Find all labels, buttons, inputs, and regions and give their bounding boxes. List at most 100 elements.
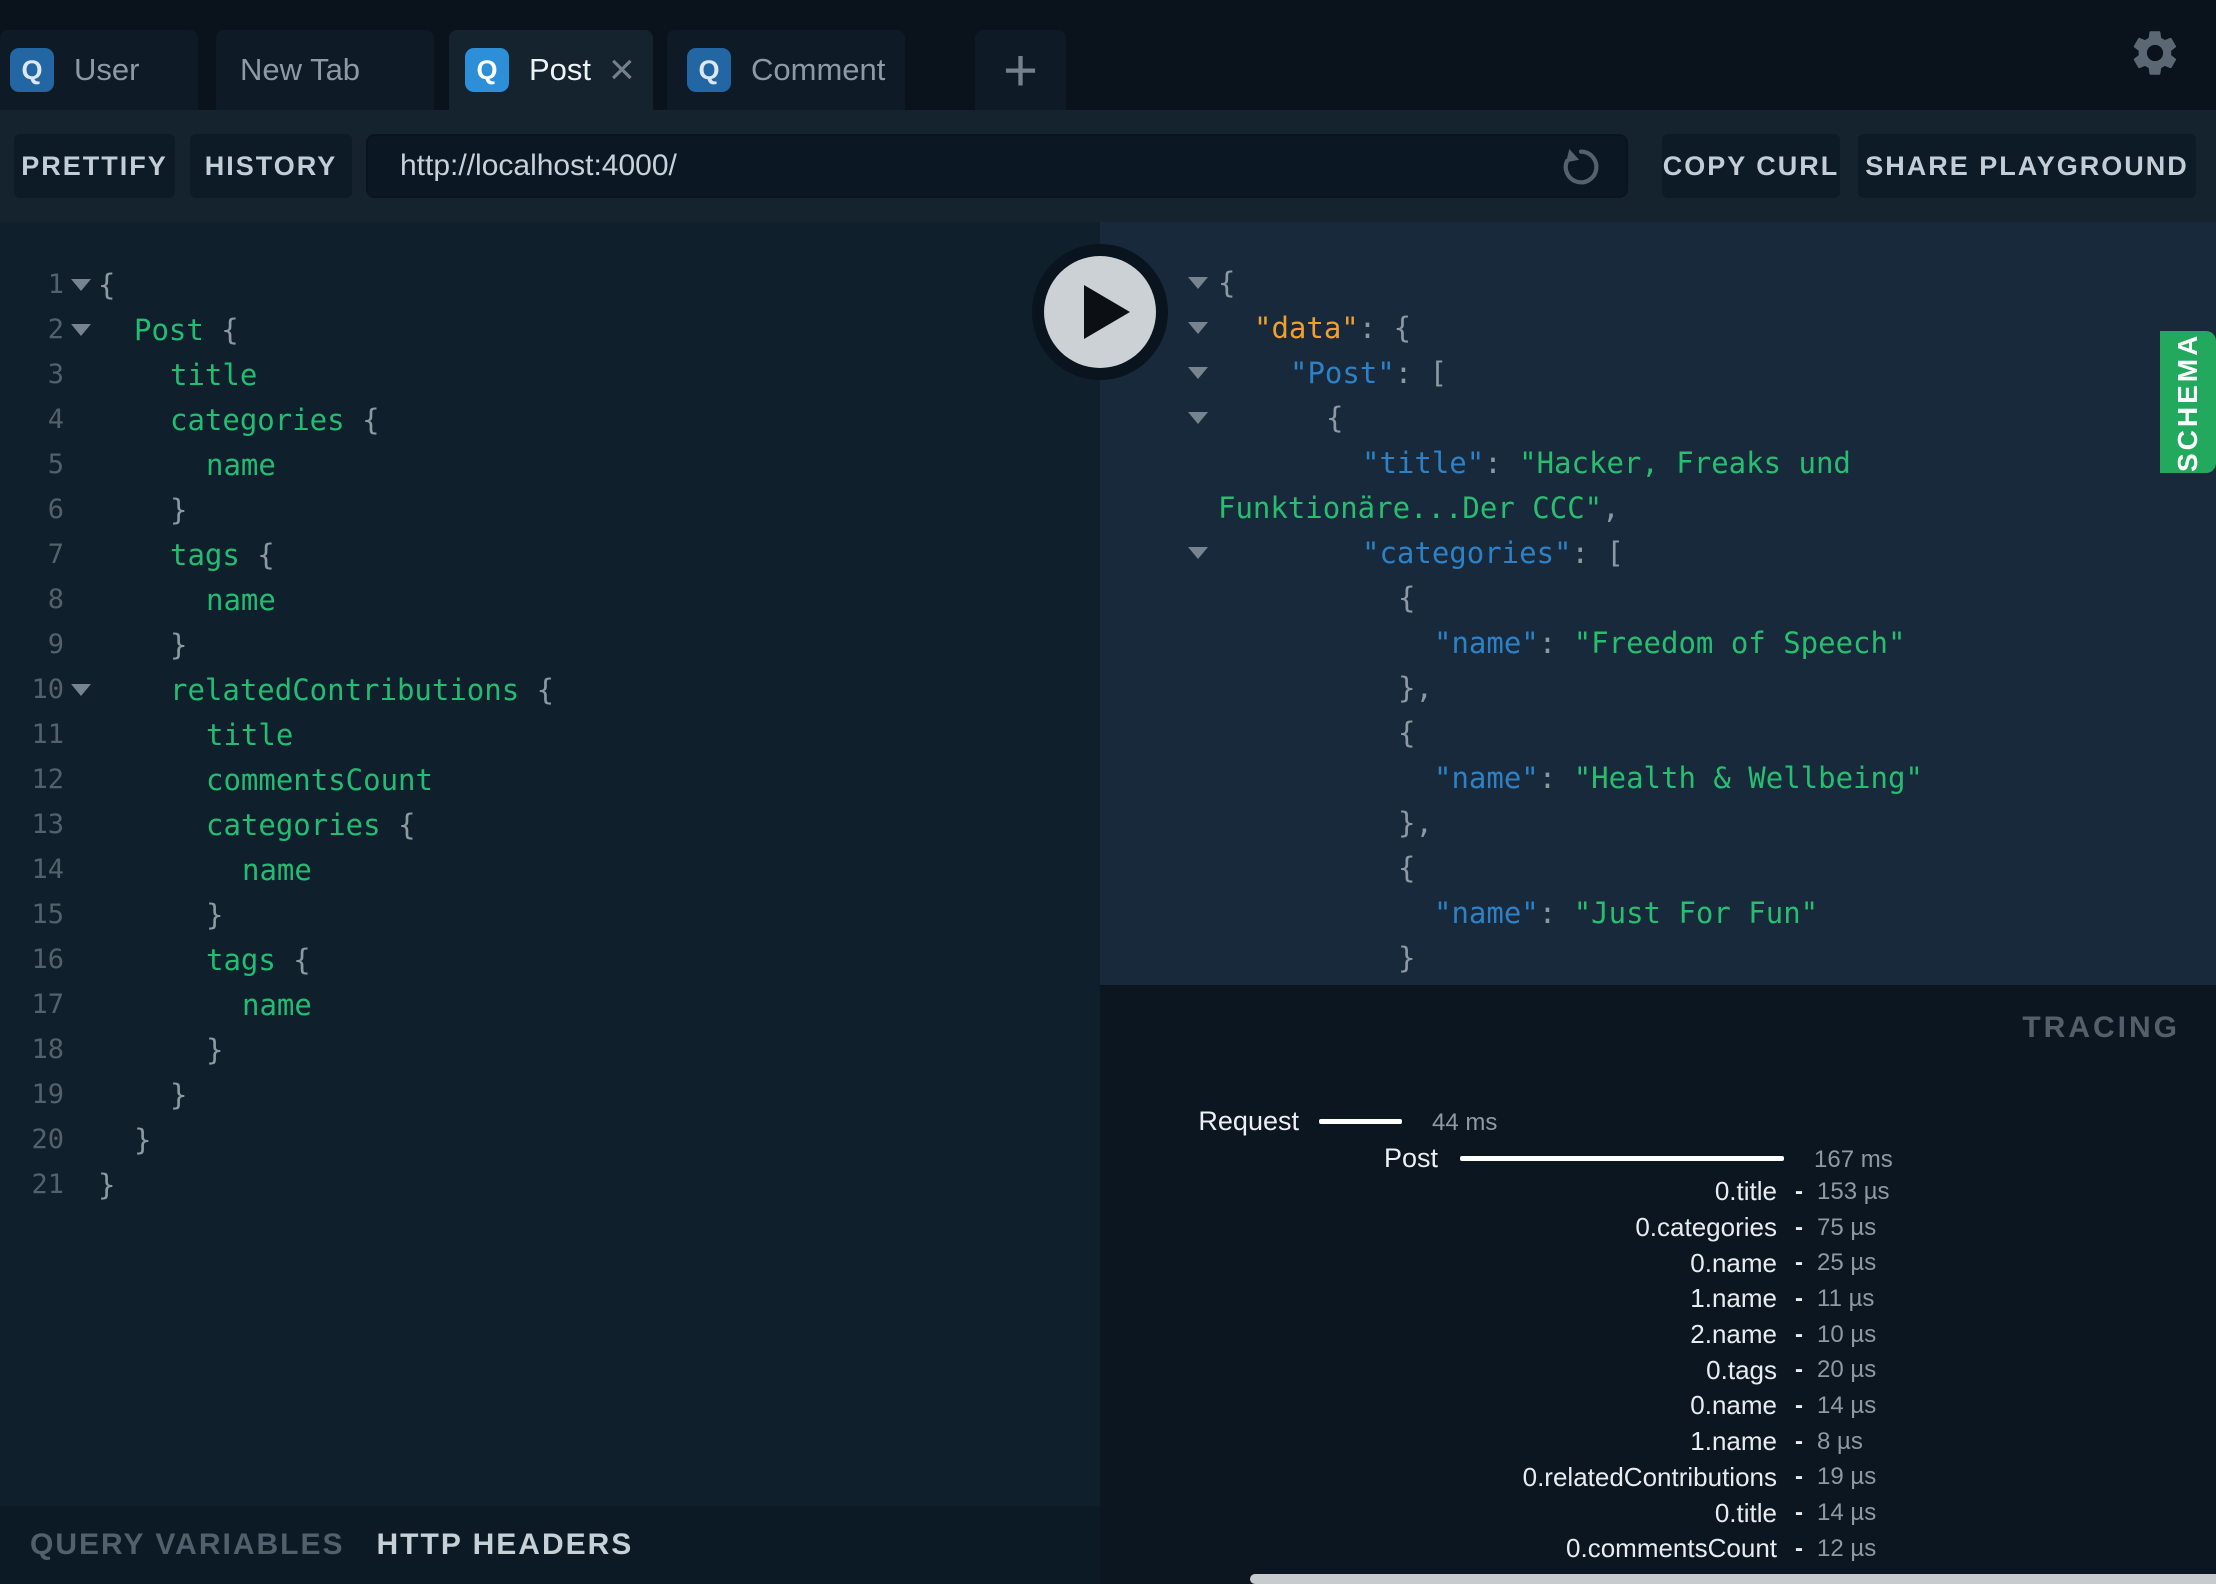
trace-field-row: 0.relatedContributions -19 µs [1100,1460,2216,1496]
code-token: Post [134,312,204,347]
response-row: "name": "Freedom of Speech" [1100,620,2216,665]
editor-code-text[interactable]: name [98,448,1100,482]
editor-code-text[interactable]: } [98,1123,1100,1157]
editor-code-text[interactable]: name [98,853,1100,887]
editor-code-text[interactable]: title [98,358,1100,392]
endpoint-url-input[interactable] [368,136,1626,196]
editor-line: 6} [0,487,1100,532]
code-token: { [1398,715,1416,750]
tab-new-tab[interactable]: New Tab [216,30,434,110]
response-row: } [1100,935,2216,980]
code-token: "Post" [1290,355,1395,390]
code-token: "title" [1362,445,1485,480]
trace-field-value: 75 µs [1817,1213,1877,1241]
trace-field-label: 0.tags [1706,1354,1777,1385]
code-token: } [98,1167,116,1202]
settings-gear-icon[interactable] [2128,26,2182,80]
fold-arrow-icon[interactable] [71,323,91,336]
fold-arrow-icon[interactable] [1188,366,1208,379]
editor-code-text[interactable]: } [98,628,1100,662]
code-token: name [206,582,276,617]
editor-code-text[interactable]: tags { [98,943,1100,977]
execute-query-button[interactable] [1032,244,1168,380]
editor-code-text[interactable]: } [98,1078,1100,1112]
response-row: { [1100,575,2216,620]
code-token: } [206,897,224,932]
tab-comment[interactable]: Q Comment [667,30,905,110]
new-tab-button[interactable]: + [975,30,1066,110]
code-token: { [519,672,555,707]
trace-field-row: 1.name -8 µs [1100,1424,2216,1460]
fold-arrow-icon[interactable] [1188,321,1208,334]
schema-tab[interactable]: SCHEMA [2160,331,2216,473]
response-row: "categories": [ [1100,530,2216,575]
tab-strip: Q User New Tab Q Post × Q Comment [0,0,905,110]
fold-arrow-icon[interactable] [1188,546,1208,559]
editor-code-text[interactable]: { [98,268,1100,302]
code-token: : [1538,760,1574,795]
code-token: : [1538,895,1574,930]
editor-code-text[interactable]: relatedContributions { [98,673,1100,707]
query-badge: Q [10,48,54,92]
fold-arrow-icon[interactable] [1188,411,1208,424]
prettify-button[interactable]: PRETTIFY [14,134,175,198]
editor-code-text[interactable]: title [98,718,1100,752]
editor-code-text[interactable]: } [98,493,1100,527]
fold-arrow-icon[interactable] [1188,276,1208,289]
fold-arrow-icon[interactable] [71,683,91,696]
editor-code-text[interactable]: name [98,988,1100,1022]
query-variables-tab[interactable]: QUERY VARIABLES [30,1528,345,1562]
horizontal-scrollbar[interactable] [1250,1574,2216,1584]
play-icon [1084,285,1130,339]
play-circle [1044,256,1156,368]
line-number: 8 [47,584,64,615]
fold-arrow-icon[interactable] [71,278,91,291]
trace-field-label: 0.title [1714,1176,1777,1207]
editor-code-text[interactable]: } [98,898,1100,932]
response-code-text: "name": "Health & Wellbeing" [1218,761,2216,795]
trace-field-row: 1.name -11 µs [1100,1281,2216,1317]
code-token: { [344,402,380,437]
editor-code-text[interactable]: categories { [98,808,1100,842]
trace-field-label: 1.name [1690,1426,1777,1457]
response-row: "Post": [ [1100,350,2216,395]
reload-icon[interactable] [1558,144,1604,190]
editor-code-text[interactable]: } [98,1168,1100,1202]
trace-field-row: 0.name -25 µs [1100,1245,2216,1281]
response-code-text: "name": "Just For Fun" [1218,896,2216,930]
response-code-text: { [1218,851,2216,885]
line-number: 17 [31,989,64,1020]
query-editor-pane[interactable]: 1{2 Post {3 title 4 categories {5 name 6} 7 tags… [0,222,1100,1584]
share-playground-button[interactable]: SHARE PLAYGROUND [1858,134,2196,198]
trace-field-row: 0.categories -75 µs [1100,1210,2216,1246]
close-tab-icon[interactable]: × [609,48,635,92]
code-token: { [1218,265,1236,300]
editor-line: 15} [0,892,1100,937]
response-code-text: "title": "Hacker, Freaks und [1218,446,2216,480]
editor-code-text[interactable]: name [98,583,1100,617]
line-number: 14 [31,854,64,885]
editor-line: 20} [0,1117,1100,1162]
waterfall-label: Post [1383,1143,1438,1173]
fold-gutter [1178,276,1218,289]
response-code-text: } [1218,941,2216,975]
editor-code-text[interactable]: categories { [98,403,1100,437]
line-number: 11 [31,719,64,750]
editor-code-text[interactable]: } [98,1033,1100,1067]
copy-curl-button[interactable]: COPY CURL [1662,134,1840,198]
code-token: } [1398,940,1416,975]
tab-post[interactable]: Q Post × [449,30,653,110]
tab-user[interactable]: Q User [0,30,198,110]
code-token: Funktionäre...Der CCC" [1218,490,1603,525]
query-editor-code[interactable]: 1{2 Post {3 title 4 categories {5 name 6} 7 tags… [0,222,1100,1207]
editor-code-text[interactable]: Post { [98,313,1100,347]
editor-code-text[interactable]: tags { [98,538,1100,572]
history-button[interactable]: HISTORY [190,134,352,198]
trace-dash: - [1795,1499,1803,1527]
duration-bar [1460,1156,1784,1161]
http-headers-tab[interactable]: HTTP HEADERS [377,1528,634,1562]
editor-code-text[interactable]: commentsCount [98,763,1100,797]
code-token: "name" [1434,625,1539,660]
response-code-text: }, [1218,671,2216,705]
code-token: , [1602,490,1620,525]
